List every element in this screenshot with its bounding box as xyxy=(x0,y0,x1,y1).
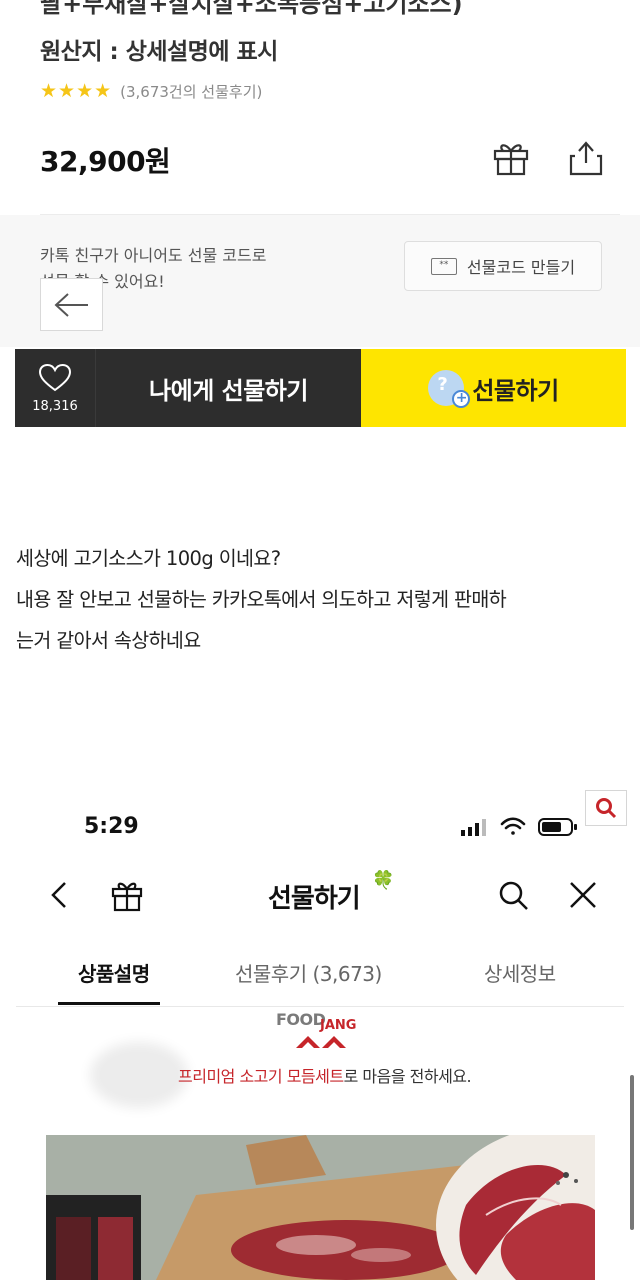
gift-icon[interactable] xyxy=(492,140,530,176)
post-body: 세상에 고기소스가 100g 이네요? 내용 잘 안보고 선물하는 카카오톡에서… xyxy=(16,538,626,661)
blurred-area xyxy=(100,1052,178,1098)
create-gift-code-button[interactable]: ** 선물코드 만들기 xyxy=(404,241,602,291)
page-title: 선물하기 xyxy=(268,884,361,914)
post-line-1: 세상에 고기소스가 100g 이네요? xyxy=(16,547,281,570)
scrollbar[interactable] xyxy=(630,1075,634,1230)
left-arrow-icon xyxy=(54,292,88,317)
brand-logo-food: FOOD xyxy=(276,1010,326,1029)
brand-logo-jang: JANG xyxy=(320,1018,357,1033)
signal-icon xyxy=(461,819,486,836)
brand-mark-icon xyxy=(296,1036,346,1048)
status-icons xyxy=(460,817,578,837)
back-arrow-button[interactable] xyxy=(40,278,103,331)
tab-reviews[interactable]: 선물후기 (3,673) xyxy=(235,958,382,987)
price-actions xyxy=(492,140,604,176)
share-icon[interactable] xyxy=(568,140,604,176)
plus-glyph: + xyxy=(452,390,471,408)
tab-description[interactable]: 상품설명 xyxy=(78,958,150,987)
gift-icon[interactable] xyxy=(110,878,144,916)
promo-text: 프리미엄 소고기 모듬세트로 마음을 전하세요. xyxy=(178,1063,472,1087)
question-glyph: ? xyxy=(437,374,448,395)
post-line-2: 내용 잘 안보고 선물하는 카카오톡에서 의도하고 저렇게 판매하 는거 같아서… xyxy=(16,588,507,652)
create-gift-code-label: 선물코드 만들기 xyxy=(466,258,576,277)
chevron-left-icon[interactable] xyxy=(48,880,70,914)
promo-rest: 로 마음을 전하세요. xyxy=(343,1067,472,1086)
gift-to-self-button[interactable]: 나에게 선물하기 xyxy=(95,349,361,427)
close-icon[interactable] xyxy=(568,880,598,914)
heart-icon xyxy=(38,363,72,391)
status-time: 5:29 xyxy=(84,814,139,839)
active-tab-indicator xyxy=(58,1002,160,1005)
corner-search-button[interactable] xyxy=(585,790,627,826)
beef-photo xyxy=(46,1135,595,1280)
search-icon[interactable] xyxy=(498,880,530,916)
promo-highlight: 프리미엄 소고기 모듬세트 xyxy=(178,1067,344,1086)
brand-logo: FOOD JANG xyxy=(276,1010,356,1048)
gift-code-icon: ** xyxy=(430,257,457,275)
product-title-cut: 팔+부채살+살치살+소목등심+고기소스) xyxy=(40,0,463,18)
gift-button-label: 선물하기 xyxy=(472,376,559,405)
tab-details[interactable]: 상세정보 xyxy=(484,958,556,987)
gift-button[interactable]: ? + 선물하기 xyxy=(361,349,626,427)
gift-detail-screenshot: 5:29 선물하기 🍀 상품설명 선물후기 (3,673) 상세정보 FOOD … xyxy=(0,790,640,1280)
promo-line: 프리미엄 소고기 모듬세트로 마음을 전하세요. xyxy=(100,1052,472,1098)
like-count: 18,316 xyxy=(32,398,78,414)
product-page-screenshot: 팔+부채살+살치살+소목등심+고기소스) 원산지 : 상세설명에 표시 ★★★★… xyxy=(0,0,640,440)
tabs-divider xyxy=(16,1006,624,1007)
detail-tabs: 상품설명 선물후기 (3,673) 상세정보 xyxy=(0,950,640,1010)
battery-icon xyxy=(538,818,577,836)
search-icon xyxy=(596,798,617,819)
rating-stars: ★★★★ xyxy=(40,80,113,102)
review-count[interactable]: (3,673건의 선물후기) xyxy=(120,81,262,102)
product-hero-image xyxy=(46,1135,595,1280)
rating-row[interactable]: ★★★★ (3,673건의 선물후기) xyxy=(40,80,262,102)
wifi-icon xyxy=(500,817,526,835)
gift-friend-icon: ? + xyxy=(428,370,471,408)
like-button[interactable]: 18,316 xyxy=(15,349,95,427)
origin-label: 원산지 : 상세설명에 표시 xyxy=(40,39,278,65)
gift-nav-bar: 선물하기 🍀 xyxy=(0,870,640,920)
price: 32,900원 xyxy=(40,145,171,178)
purchase-bar: 18,316 나에게 선물하기 ? + 선물하기 xyxy=(15,349,626,427)
clover-icon: 🍀 xyxy=(372,870,395,891)
